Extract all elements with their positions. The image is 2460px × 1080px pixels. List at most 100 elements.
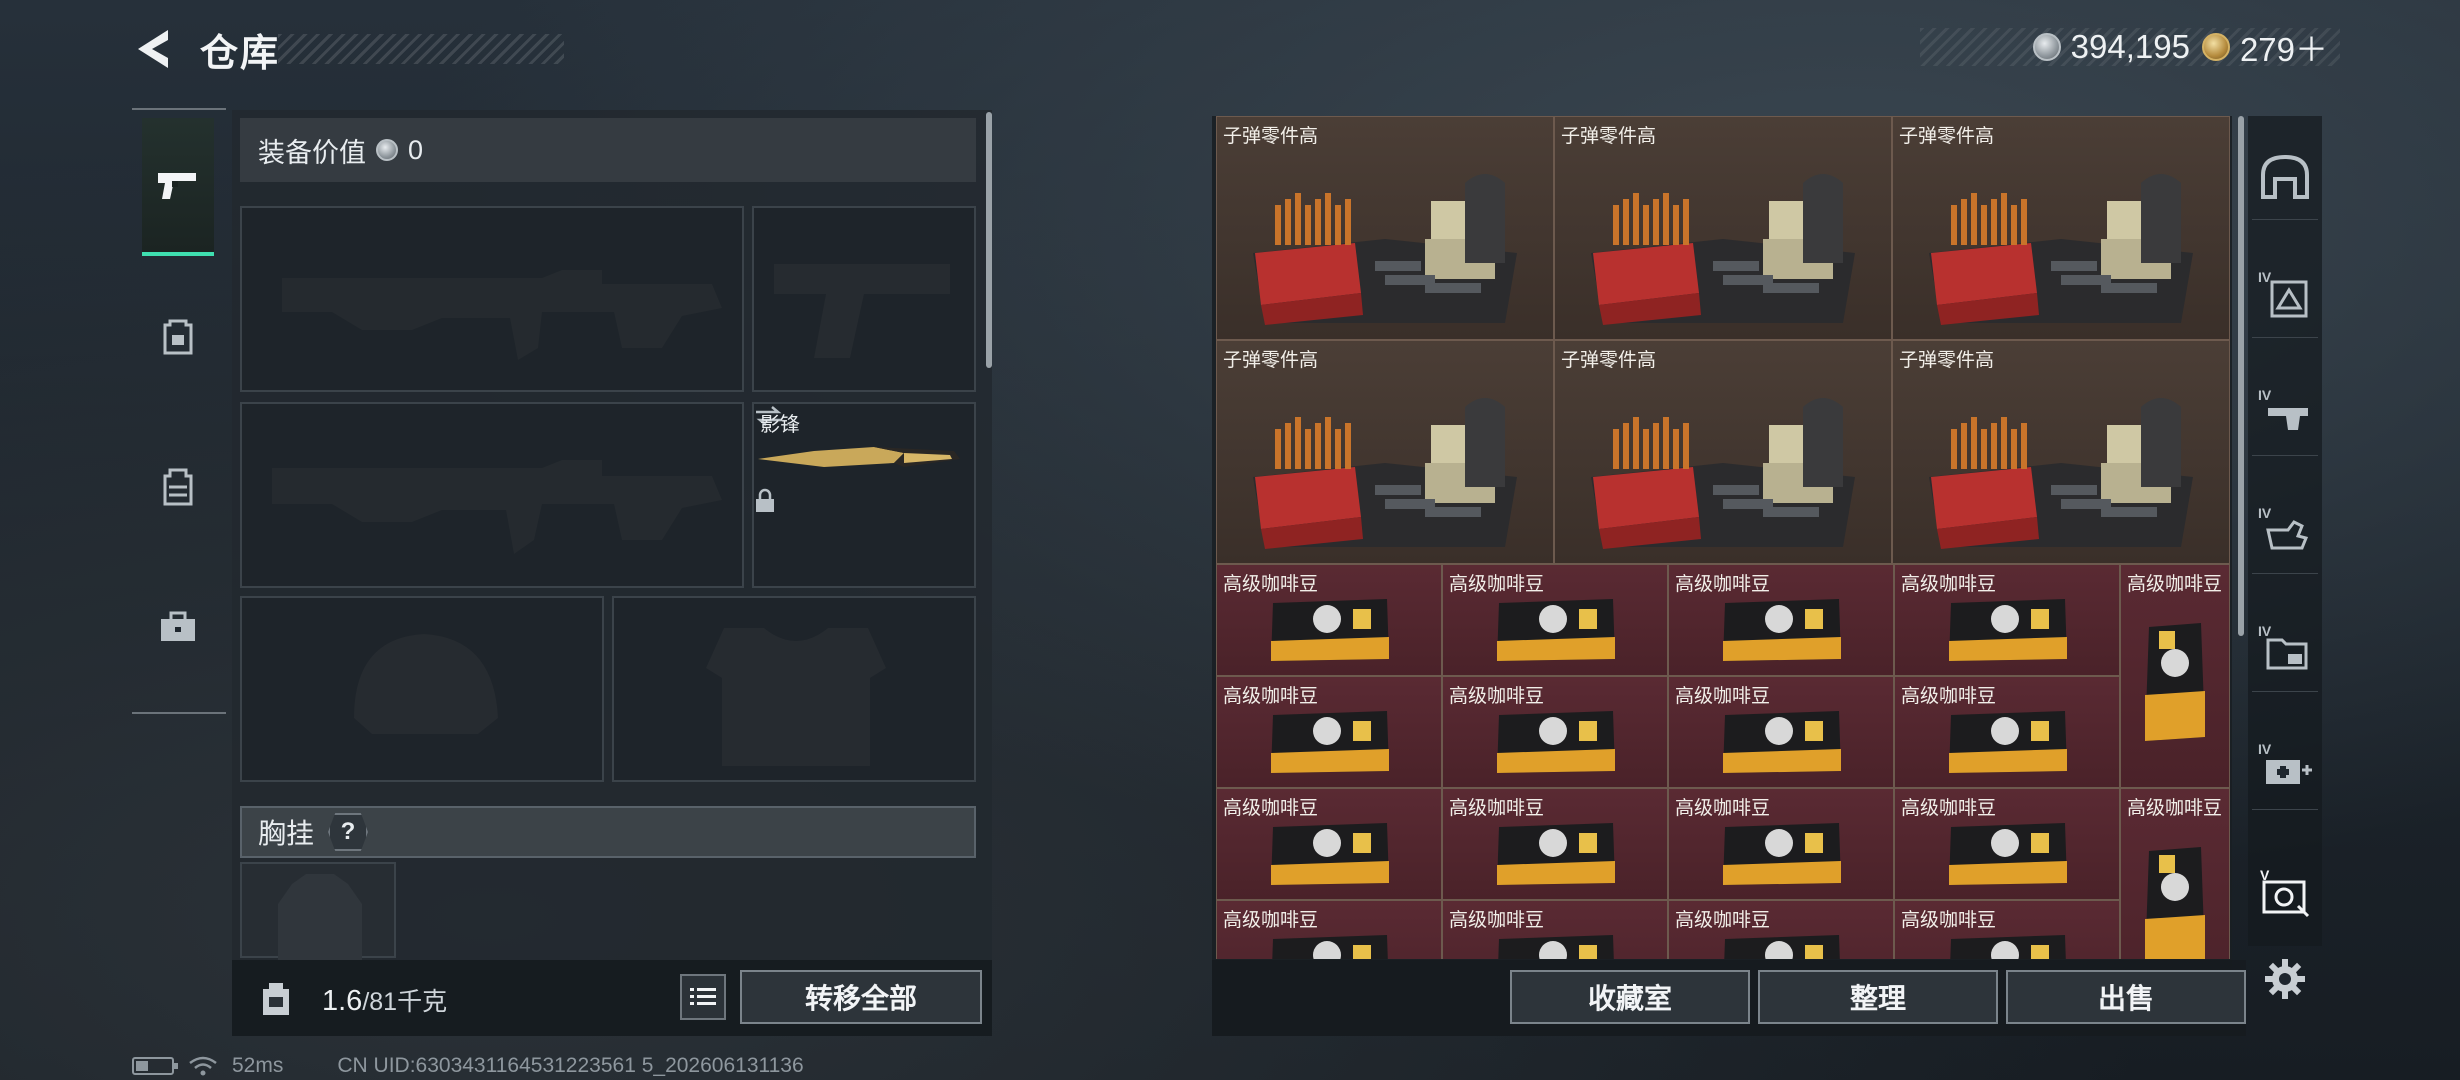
backpack-icon [163,319,193,355]
coffee-bag-icon [1949,823,2067,885]
help-icon[interactable]: ? [328,813,369,851]
transfer-all-button[interactable]: 转移全部 [740,970,982,1024]
inventory-item-ammo-parts[interactable]: 子弹零件高 [1892,340,2230,564]
tab-vest[interactable] [142,418,214,556]
item-name: 高级咖啡豆 [1675,686,1771,707]
chest-rig-label: 胸挂 [258,818,315,849]
item-name: 高级咖啡豆 [1901,798,1997,819]
item-name: 高级咖啡豆 [1223,574,1319,595]
item-name: 高级咖啡豆 [1901,910,1997,931]
item-name: 子弹零件高 [1899,126,1995,147]
tab-weapons[interactable] [142,118,214,256]
workbench-iv-icon: IV [2258,387,2308,430]
wifi-icon [189,1056,217,1076]
tab-device[interactable]: V [2252,850,2318,936]
ammo-crate-icon [1929,174,2193,325]
melee-slot[interactable]: 影锋 [752,402,976,588]
sidearm-slot[interactable] [752,206,976,392]
inventory-item-coffee-beans[interactable]: 高级咖啡豆 [1668,900,1894,959]
inventory-item-coffee-beans[interactable]: 高级咖啡豆 [1216,676,1442,788]
silver-currency[interactable]: 394,195 [2032,28,2190,66]
helmet-silhouette-icon [354,634,498,734]
inventory-item-coffee-beans[interactable]: 高级咖啡豆 [1216,900,1442,959]
secondary-weapon-slot[interactable] [240,402,744,588]
favorites-room-button[interactable]: 收藏室 [1510,970,1750,1024]
gear-icon [2265,959,2305,999]
weight-unit: 千克 [397,988,448,1016]
item-name: 高级咖啡豆 [1223,798,1319,819]
medkit-iv-icon: IV [2258,741,2312,784]
equipment-value-bar: 装备价值 0 [240,118,976,182]
coffee-bag-icon [1497,823,1615,885]
item-name: 子弹零件高 [1899,350,1995,371]
sell-button[interactable]: 出售 [2006,970,2246,1024]
coffee-bag-icon [2145,623,2205,741]
primary-weapon-slot[interactable] [240,206,744,392]
inventory-item-ammo-parts[interactable]: 子弹零件高 [1216,340,1554,564]
item-name: 子弹零件高 [1561,126,1657,147]
inventory-item-coffee-beans[interactable]: 高级咖啡豆 [1894,900,2120,959]
equipment-scrollbar[interactable] [986,112,992,368]
warehouse-grid: 子弹零件高 子弹零件高 子弹零件高 子弹零件高 子弹零件高 子弹零件高 高级咖啡… [1216,116,2230,959]
list-view-button[interactable] [680,974,726,1020]
coffee-bag-icon [1949,599,2067,661]
inventory-item-coffee-beans[interactable]: 高级咖啡豆 [1668,676,1894,788]
title-decoration [278,34,564,64]
gold-currency[interactable]: 279＋ [2201,23,2328,71]
back-button[interactable] [130,24,180,74]
list-icon [690,988,716,1005]
inventory-item-coffee-beans[interactable]: 高级咖啡豆 [1894,788,2120,900]
cabinet-iv-icon: IV [2258,269,2308,317]
ammo-crate-icon [1591,398,1855,549]
gold-coin-icon [2201,33,2230,61]
inventory-item-coffee-beans[interactable]: 高级咖啡豆 [1442,564,1668,676]
item-name: 高级咖啡豆 [1449,574,1545,595]
item-name: 高级咖啡豆 [1449,798,1545,819]
settings-button[interactable] [2254,948,2316,1010]
inventory-item-coffee-beans[interactable]: 高级咖啡豆 [1668,788,1894,900]
silver-coin-icon [2032,33,2061,61]
chest-rig-slot[interactable] [240,862,396,960]
organize-button[interactable]: 整理 [1758,970,1998,1024]
inventory-item-coffee-beans[interactable]: 高级咖啡豆 [1442,676,1668,788]
inventory-item-coffee-beans[interactable]: 高级咖啡豆 [1216,788,1442,900]
inventory-item-coffee-beans[interactable]: 高级咖啡豆 [1442,900,1668,959]
inventory-item-coffee-beans[interactable]: 高级咖啡豆 [2120,564,2230,788]
inventory-item-coffee-beans[interactable]: 高级咖啡豆 [1894,564,2120,676]
tab-shelter[interactable] [2252,134,2318,220]
svg-text:IV: IV [2258,387,2272,403]
tab-cabinet[interactable]: IV [2252,252,2318,338]
tab-medkit[interactable]: IV [2252,724,2318,810]
inventory-item-coffee-beans[interactable]: 高级咖啡豆 [1894,676,2120,788]
tab-toolbox[interactable] [142,558,214,696]
lock-icon [756,488,774,512]
rifle-silhouette-icon [282,270,722,360]
inventory-item-coffee-beans[interactable]: 高级咖啡豆 [1216,564,1442,676]
item-name: 高级咖啡豆 [1901,574,1997,595]
battery-icon [132,1057,178,1075]
category-tabs [132,108,226,714]
tab-backpack[interactable] [142,268,214,406]
inventory-item-coffee-beans[interactable]: 高级咖啡豆 [2120,788,2230,959]
page-title: 仓库 [200,33,281,75]
tab-hand[interactable]: IV [2252,488,2318,574]
item-name: 高级咖啡豆 [1449,910,1545,931]
inventory-item-ammo-parts[interactable]: 子弹零件高 [1892,116,2230,340]
inventory-item-coffee-beans[interactable]: 高级咖啡豆 [1442,788,1668,900]
inventory-item-ammo-parts[interactable]: 子弹零件高 [1554,116,1892,340]
tab-workbench[interactable]: IV [2252,370,2318,456]
item-name: 高级咖啡豆 [2127,798,2223,819]
tab-folder[interactable]: IV [2252,606,2318,692]
item-name: 高级咖啡豆 [1675,910,1771,931]
inventory-item-coffee-beans[interactable]: 高级咖啡豆 [1668,564,1894,676]
coffee-bag-icon [1723,823,1841,885]
helmet-slot[interactable] [240,596,604,782]
coffee-bag-icon [1271,823,1389,885]
inventory-item-ammo-parts[interactable]: 子弹零件高 [1216,116,1554,340]
inventory-item-ammo-parts[interactable]: 子弹零件高 [1554,340,1892,564]
armor-slot[interactable] [612,596,976,782]
vest-icon [163,468,193,506]
chest-rig-silhouette-icon [278,874,362,960]
silver-coin-icon [376,139,398,161]
warehouse-scrollbar[interactable] [2238,116,2244,636]
